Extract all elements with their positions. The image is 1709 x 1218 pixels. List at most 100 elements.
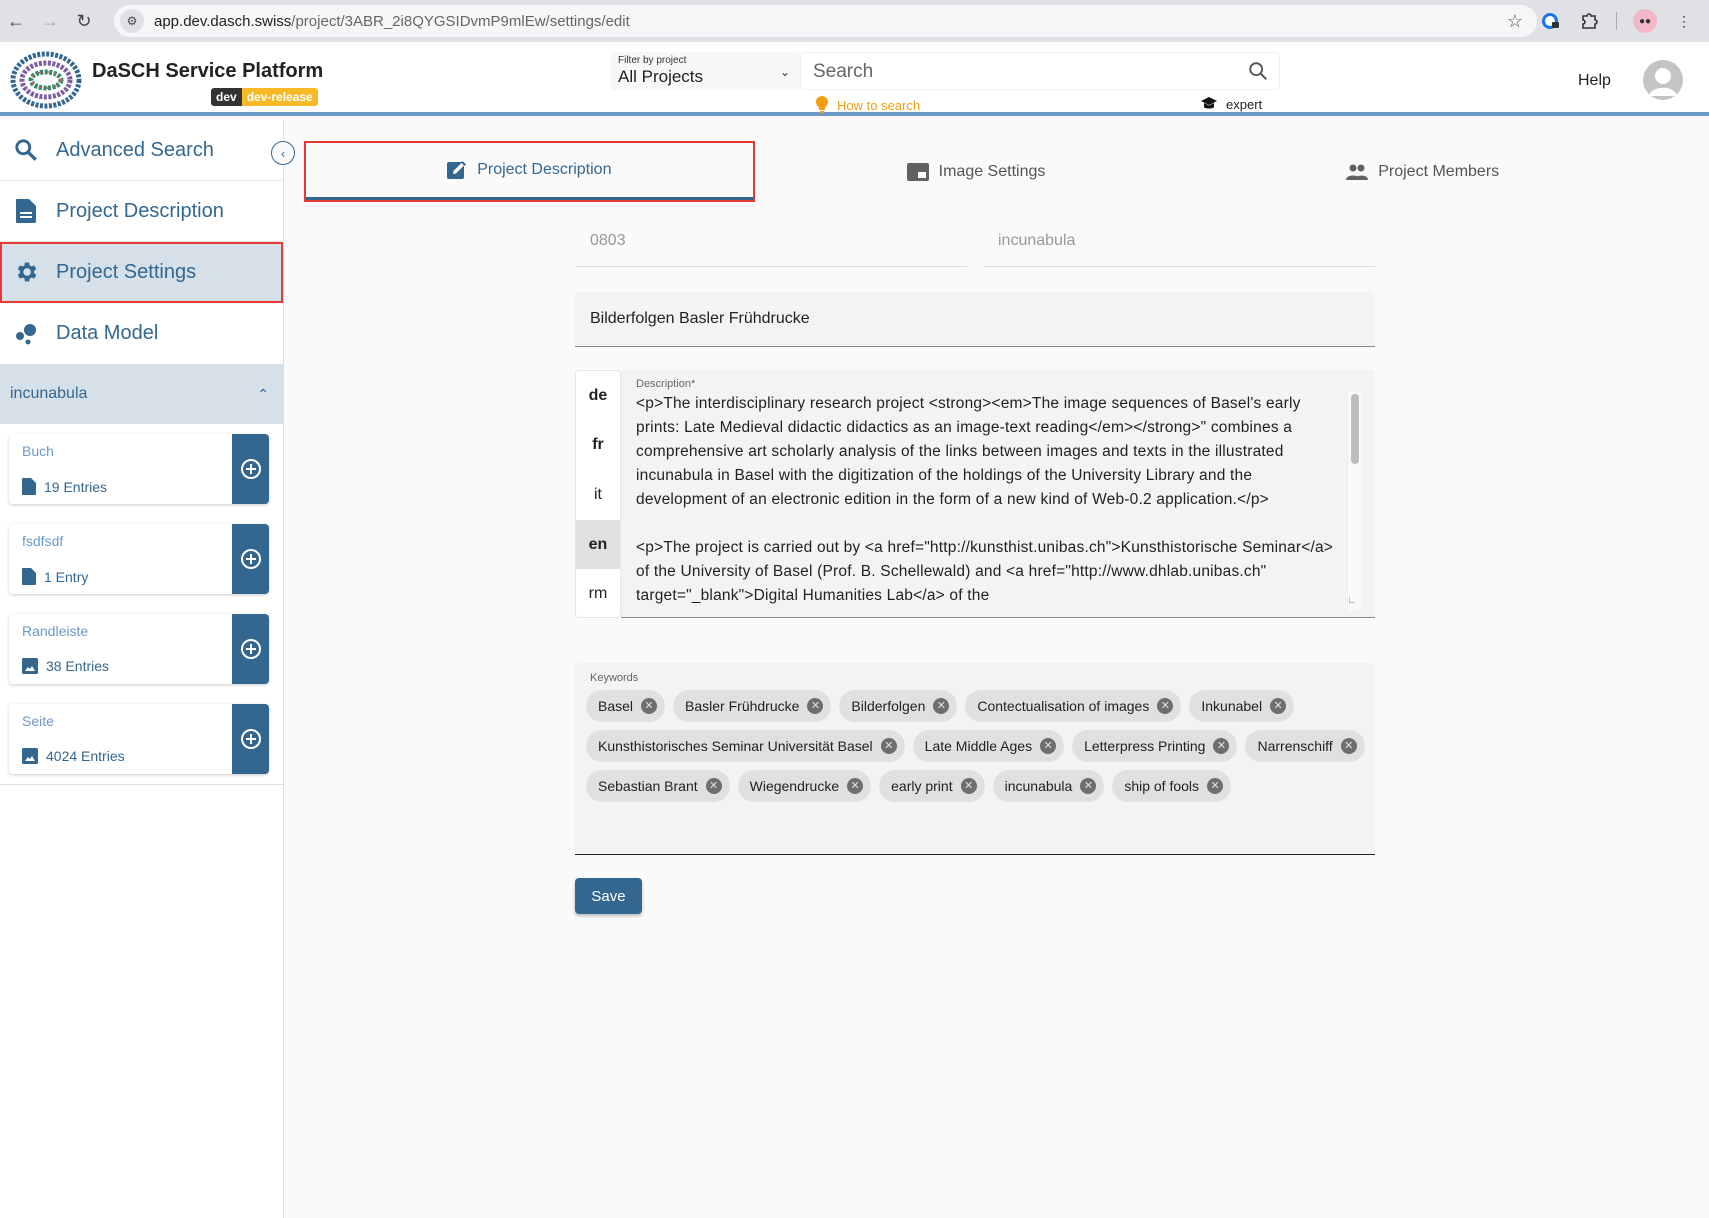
- resource-class-card[interactable]: Buch 19 Entries: [9, 434, 269, 504]
- remove-keyword-icon[interactable]: ✕: [705, 778, 722, 794]
- description-editor: de fr it en rm Description* <p>The inter…: [575, 370, 1375, 618]
- keyword-chip[interactable]: Bilderfolgen ✕: [839, 690, 958, 722]
- remove-keyword-icon[interactable]: ✕: [880, 738, 897, 754]
- reload-icon[interactable]: ↻: [70, 7, 98, 35]
- remove-keyword-icon[interactable]: ✕: [1340, 738, 1357, 754]
- remove-keyword-icon[interactable]: ✕: [847, 778, 864, 794]
- how-to-search-label: How to search: [837, 97, 921, 113]
- sidebar-item-data-model[interactable]: Data Model: [0, 303, 283, 364]
- add-resource-button[interactable]: [232, 704, 269, 774]
- remove-keyword-icon[interactable]: ✕: [1270, 698, 1287, 714]
- remove-keyword-icon[interactable]: ✕: [1213, 738, 1230, 754]
- search-icon[interactable]: [1247, 60, 1269, 82]
- bookmark-star-icon[interactable]: ☆: [1507, 11, 1523, 32]
- sidebar-item-advanced-search[interactable]: Advanced Search: [0, 120, 283, 181]
- sidebar-item-label: Project Description: [56, 199, 224, 222]
- keyword-chip[interactable]: ship of fools ✕: [1112, 770, 1232, 802]
- address-bar[interactable]: ⚙ app.dev.dasch.swiss/project/3ABR_2i8QY…: [114, 5, 1537, 37]
- add-resource-button[interactable]: [232, 614, 269, 684]
- collapse-sidebar-button[interactable]: ‹: [271, 141, 295, 165]
- project-filter-select[interactable]: Filter by project All Projects ⌄: [610, 52, 800, 90]
- keyword-chip-label: Late Middle Ages: [924, 738, 1033, 754]
- language-option-it[interactable]: it: [576, 470, 620, 520]
- keyword-chip[interactable]: early print ✕: [879, 770, 985, 802]
- add-resource-button[interactable]: [232, 524, 269, 594]
- site-settings-icon[interactable]: ⚙: [120, 9, 144, 33]
- remove-keyword-icon[interactable]: ✕: [1040, 738, 1057, 754]
- edit-icon: [447, 161, 467, 179]
- expert-label: expert: [1226, 96, 1263, 112]
- language-option-rm[interactable]: rm: [576, 569, 620, 619]
- dasch-logo[interactable]: [10, 50, 82, 110]
- image-icon: [22, 658, 38, 674]
- tab-project-description[interactable]: Project Description: [304, 141, 755, 202]
- tab-label: Project Description: [477, 161, 612, 178]
- back-icon[interactable]: ←: [2, 7, 30, 35]
- keyword-chip-label: Basler Frühdrucke: [685, 698, 800, 714]
- add-circle-icon: [240, 459, 261, 479]
- user-avatar[interactable]: [1643, 60, 1683, 100]
- keyword-chip[interactable]: Inkunabel ✕: [1189, 690, 1295, 722]
- resource-class-card[interactable]: Seite 4024 Entries: [9, 704, 269, 774]
- tab-image-settings[interactable]: Image Settings: [753, 143, 1200, 200]
- description-textarea[interactable]: <p>The interdisciplinary research projec…: [636, 392, 1346, 610]
- env-label: dev: [211, 88, 242, 106]
- resource-class-name: Randleiste: [22, 623, 89, 639]
- keyword-chip-list: Basel ✕ Basler Frühdrucke ✕ Bilderfolgen ✕ Con…: [586, 690, 1366, 802]
- keyword-chip[interactable]: Basler Frühdrucke ✕: [673, 690, 832, 722]
- remove-keyword-icon[interactable]: ✕: [1080, 778, 1097, 794]
- project-expander[interactable]: incunabula ⌃: [0, 364, 283, 424]
- sidebar-item-project-settings[interactable]: Project Settings: [0, 242, 283, 303]
- language-option-de[interactable]: de: [576, 371, 620, 421]
- sidebar-item-project-description[interactable]: Project Description: [0, 181, 283, 242]
- keyword-chip[interactable]: Basel ✕: [586, 690, 666, 722]
- keyword-chip[interactable]: Letterpress Printing ✕: [1072, 730, 1238, 762]
- release-label: dev-release: [241, 88, 318, 106]
- toolbar-separator: [1616, 12, 1617, 30]
- search-input[interactable]: [813, 59, 1233, 85]
- forward-icon[interactable]: →: [36, 7, 64, 35]
- description-scrollbar[interactable]: [1347, 392, 1361, 610]
- remove-keyword-icon[interactable]: ✕: [933, 698, 950, 714]
- remove-keyword-icon[interactable]: ✕: [1157, 698, 1174, 714]
- more-menu-icon[interactable]: ⋮: [1673, 10, 1695, 32]
- help-link[interactable]: Help: [1578, 72, 1611, 90]
- scrollbar-thumb[interactable]: [1351, 394, 1359, 464]
- keyword-chip[interactable]: Narrenschiff ✕: [1245, 730, 1365, 762]
- resource-count-label: 4024 Entries: [46, 748, 125, 764]
- remove-keyword-icon[interactable]: ✕: [807, 698, 824, 714]
- sidebar: Advanced Search Project Description Proj…: [0, 120, 284, 1218]
- extensions-area: ●● ⋮: [1540, 0, 1709, 42]
- add-resource-button[interactable]: [232, 434, 269, 504]
- language-option-en[interactable]: en: [576, 519, 620, 570]
- sidebar-divider: [0, 784, 283, 785]
- keyword-chip-label: Narrenschiff: [1257, 738, 1333, 754]
- keyword-chip[interactable]: Kunsthistorisches Seminar Universität Ba…: [586, 730, 905, 762]
- url-host: app.dev.dasch.swiss: [154, 12, 292, 30]
- profile-avatar-icon[interactable]: ●●: [1633, 9, 1657, 33]
- extensions-puzzle-icon[interactable]: [1578, 10, 1600, 32]
- save-button[interactable]: Save: [575, 878, 642, 914]
- longname-input[interactable]: Bilderfolgen Basler Frühdrucke: [575, 292, 1375, 347]
- keyword-chip[interactable]: Contectualisation of images ✕: [965, 690, 1182, 722]
- keyword-chip[interactable]: Late Middle Ages ✕: [912, 730, 1065, 762]
- expert-search-link[interactable]: expert: [1200, 96, 1262, 112]
- resource-count: 1 Entry: [22, 568, 88, 585]
- tab-project-members[interactable]: Project Members: [1199, 143, 1646, 200]
- remove-keyword-icon[interactable]: ✕: [641, 698, 658, 714]
- keyword-chip[interactable]: Wiegendrucke ✕: [737, 770, 872, 802]
- keyword-chip[interactable]: Sebastian Brant ✕: [586, 770, 730, 802]
- shortcode-field: 0803: [575, 215, 967, 267]
- how-to-search-link[interactable]: How to search: [815, 96, 920, 114]
- filter-label: Filter by project: [618, 55, 687, 66]
- remove-keyword-icon[interactable]: ✕: [960, 778, 977, 794]
- remove-keyword-icon[interactable]: ✕: [1207, 778, 1224, 794]
- keyword-chip[interactable]: incunabula ✕: [992, 770, 1105, 802]
- resource-count: 4024 Entries: [22, 748, 125, 764]
- resource-class-card[interactable]: fsdfsdf 1 Entry: [9, 524, 269, 594]
- password-extension-icon[interactable]: [1540, 10, 1562, 32]
- resource-class-card[interactable]: Randleiste 38 Entries: [9, 614, 269, 684]
- resize-handle-icon[interactable]: ∟: [1347, 595, 1361, 609]
- url-text[interactable]: app.dev.dasch.swiss/project/3ABR_2i8QYGS…: [154, 13, 630, 30]
- language-option-fr[interactable]: fr: [576, 421, 620, 471]
